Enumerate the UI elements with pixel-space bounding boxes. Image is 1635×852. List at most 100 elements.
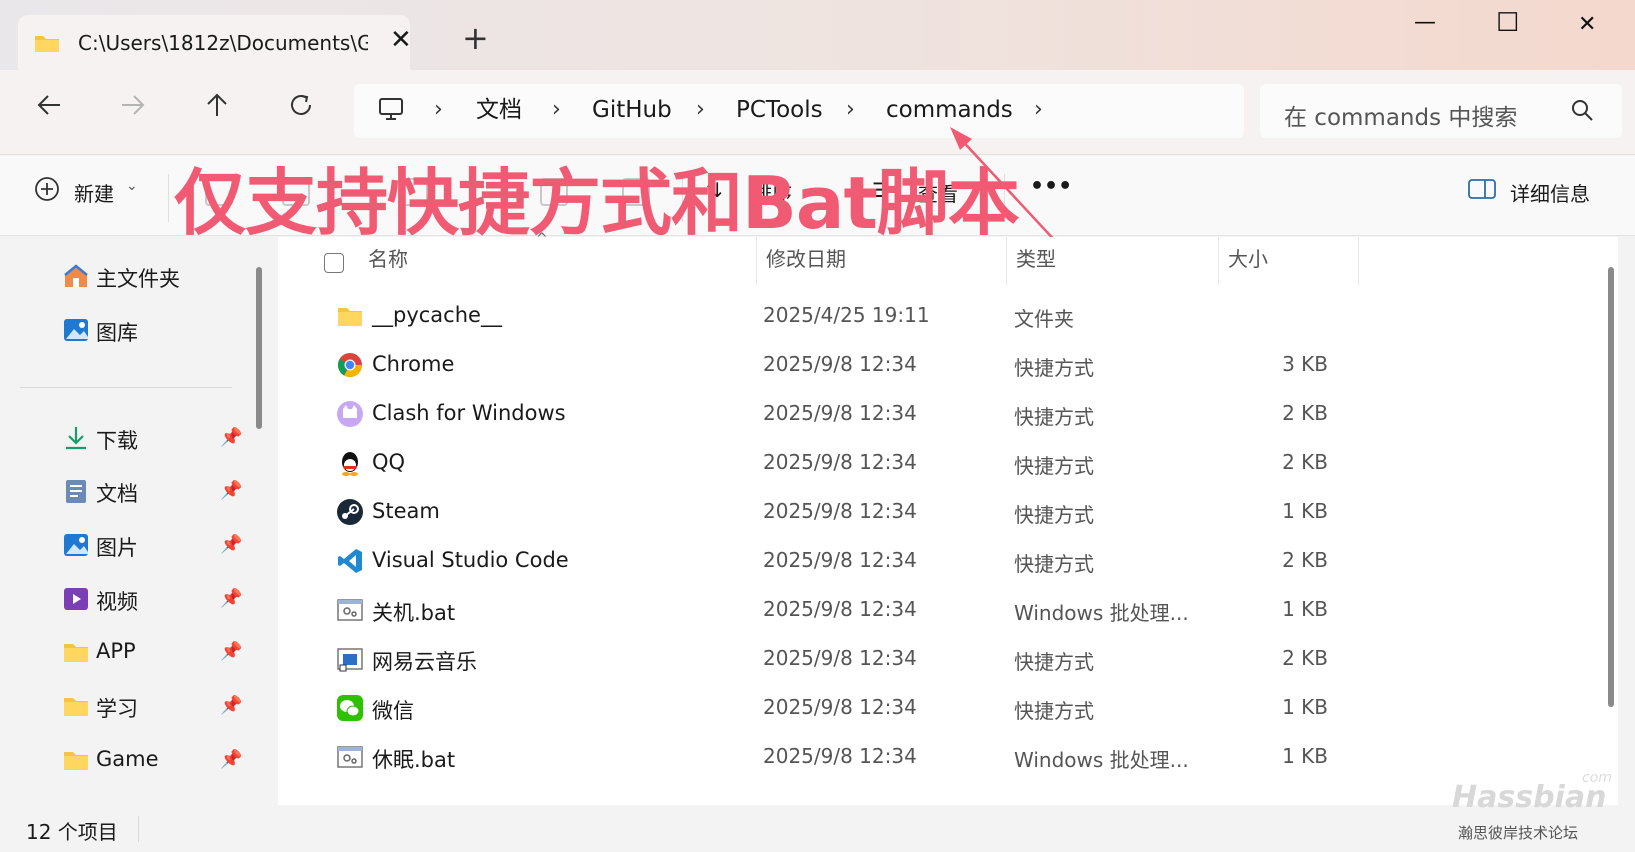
sidebar-item-documents[interactable]: 文档 📌 (60, 470, 250, 514)
sidebar-item-app[interactable]: APP 📌 (60, 631, 250, 675)
file-type: 快捷方式 (1014, 454, 1094, 478)
file-date: 2025/9/8 12:34 (763, 744, 917, 768)
file-type: Windows 批处理... (1014, 748, 1189, 772)
pin-icon[interactable]: 📌 (220, 427, 242, 448)
bat-file-icon (337, 599, 363, 621)
column-header-size[interactable]: 大小 (1228, 243, 1268, 272)
file-size: 2 KB (1282, 646, 1328, 670)
sidebar-label: 下载 (96, 429, 138, 453)
file-date: 2025/9/8 12:34 (763, 695, 917, 719)
file-type: 文件夹 (1014, 307, 1074, 331)
status-bar: 12 个项目 (0, 806, 1635, 852)
column-divider[interactable] (1218, 237, 1219, 285)
file-name: 休眠.bat (372, 748, 456, 772)
sidebar-item-pictures[interactable]: 图片 📌 (60, 524, 250, 568)
file-name: 微信 (372, 699, 414, 723)
table-row[interactable]: QQ 2025/9/8 12:34 快捷方式 2 KB (278, 440, 1578, 490)
pin-icon[interactable]: 📌 (220, 641, 242, 662)
bat-file-icon (337, 746, 363, 768)
file-type: 快捷方式 (1014, 356, 1094, 380)
sidebar-label: APP (96, 639, 136, 663)
sidebar-label: 视频 (96, 590, 138, 614)
file-date: 2025/9/8 12:34 (763, 352, 917, 376)
sidebar-item-game[interactable]: Game 📌 (60, 739, 250, 783)
file-size: 1 KB (1282, 695, 1328, 719)
sidebar-item-gallery[interactable]: 图库 (60, 309, 250, 353)
table-row[interactable]: Visual Studio Code 2025/9/8 12:34 快捷方式 2… (278, 538, 1578, 588)
sidebar-item-home[interactable]: 主文件夹 (60, 255, 250, 299)
column-header-name[interactable]: 名称 (368, 243, 408, 272)
file-date: 2025/9/8 12:34 (763, 499, 917, 523)
file-size: 2 KB (1282, 401, 1328, 425)
steam-icon (337, 499, 363, 525)
pin-icon[interactable]: 📌 (220, 588, 242, 609)
file-name: 网易云音乐 (372, 650, 477, 674)
pin-icon[interactable]: 📌 (220, 480, 242, 501)
file-name: Visual Studio Code (372, 548, 569, 572)
table-row[interactable]: 网易云音乐 2025/9/8 12:34 快捷方式 2 KB (278, 636, 1578, 686)
table-row[interactable]: __pycache__ 2025/4/25 19:11 文件夹 (278, 293, 1578, 343)
file-name: Chrome (372, 352, 455, 376)
file-size: 1 KB (1282, 744, 1328, 768)
chrome-icon (337, 353, 362, 378)
table-row[interactable]: 微信 2025/9/8 12:34 快捷方式 1 KB (278, 685, 1578, 735)
file-date: 2025/9/8 12:34 (763, 597, 917, 621)
sidebar-label: 图片 (96, 536, 138, 560)
netease-music-icon (337, 648, 363, 672)
sidebar-item-downloads[interactable]: 下载 📌 (60, 417, 250, 461)
gallery-icon (64, 319, 88, 341)
vscode-icon (338, 549, 362, 573)
file-name: QQ (372, 450, 406, 474)
table-row[interactable]: 关机.bat 2025/9/8 12:34 Windows 批处理... 1 K… (278, 587, 1578, 637)
file-type: 快捷方式 (1014, 405, 1094, 429)
file-list: ^ 名称 修改日期 类型 大小 __pycache__ 2025/4/25 19… (278, 231, 1618, 805)
table-row[interactable]: 休眠.bat 2025/9/8 12:34 Windows 批处理... 1 K… (278, 734, 1578, 784)
file-type: 快捷方式 (1014, 650, 1094, 674)
file-date: 2025/4/25 19:11 (763, 303, 930, 327)
select-all-checkbox[interactable] (324, 253, 344, 273)
file-type: Windows 批处理... (1014, 601, 1189, 625)
pin-icon[interactable]: 📌 (220, 749, 242, 770)
column-divider[interactable] (1358, 237, 1359, 285)
file-name: 关机.bat (372, 601, 456, 625)
column-header-date[interactable]: 修改日期 (766, 243, 846, 272)
divider (138, 816, 139, 842)
file-date: 2025/9/8 12:34 (763, 646, 917, 670)
file-size: 1 KB (1282, 499, 1328, 523)
file-name: Steam (372, 499, 440, 523)
file-name: Clash for Windows (372, 401, 566, 425)
sidebar-label: 文档 (96, 482, 138, 506)
file-date: 2025/9/8 12:34 (763, 548, 917, 572)
sidebar-label: 学习 (96, 697, 138, 721)
column-divider[interactable] (1006, 237, 1007, 285)
pin-icon[interactable]: 📌 (220, 534, 242, 555)
folder-icon (64, 698, 88, 716)
watermark-tagline: 瀚思彼岸技术论坛 (1458, 824, 1579, 842)
column-header-type[interactable]: 类型 (1016, 243, 1056, 272)
sidebar-scrollbar[interactable] (256, 267, 262, 429)
watermark-suffix: com (1582, 770, 1612, 786)
table-row[interactable]: Steam 2025/9/8 12:34 快捷方式 1 KB (278, 489, 1578, 539)
file-type: 快捷方式 (1014, 503, 1094, 527)
wechat-icon (337, 695, 363, 721)
column-divider[interactable] (756, 237, 757, 285)
sidebar-label: 图库 (96, 321, 138, 345)
sidebar-label: Game (96, 747, 159, 771)
qq-icon (342, 452, 358, 476)
navigation-pane: 主文件夹 图库 下载 📌 文档 📌 图片 📌 视频 📌 APP 📌 学习 📌 G… (0, 237, 270, 805)
file-date: 2025/9/8 12:34 (763, 450, 917, 474)
pictures-icon (64, 534, 88, 556)
folder-icon (338, 308, 362, 326)
table-row[interactable]: Clash for Windows 2025/9/8 12:34 快捷方式 2 … (278, 391, 1578, 441)
file-type: 快捷方式 (1014, 699, 1094, 723)
folder-icon (64, 644, 88, 662)
sidebar-item-study[interactable]: 学习 📌 (60, 685, 250, 729)
sidebar-divider (20, 387, 232, 388)
file-size: 2 KB (1282, 450, 1328, 474)
table-row[interactable]: Chrome 2025/9/8 12:34 快捷方式 3 KB (278, 342, 1578, 392)
file-list-scrollbar[interactable] (1608, 267, 1614, 707)
sort-ascending-icon: ^ (536, 231, 548, 247)
sidebar-item-videos[interactable]: 视频 📌 (60, 578, 250, 622)
file-size: 3 KB (1282, 352, 1328, 376)
pin-icon[interactable]: 📌 (220, 695, 242, 716)
